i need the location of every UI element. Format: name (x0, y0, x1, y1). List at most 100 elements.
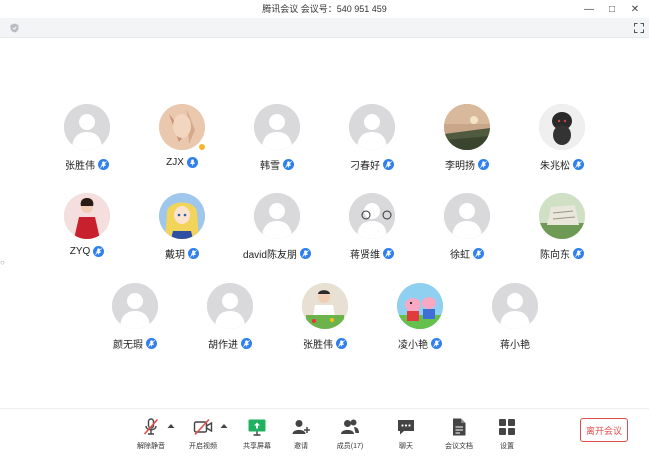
chat-button[interactable]: 聊天 (381, 417, 431, 455)
participant-tile[interactable]: 戴玥 (127, 193, 237, 265)
mic-muted-icon (241, 338, 252, 349)
shield-icon[interactable] (10, 23, 19, 33)
share-screen-label: 共享屏幕 (243, 443, 271, 450)
mic-muted-icon (383, 248, 394, 259)
mic-muted-icon (146, 338, 157, 349)
settings-button[interactable]: 设置 (482, 417, 532, 455)
mic-muted-icon (473, 248, 484, 259)
mic-muted-icon (573, 159, 584, 170)
participant-tile[interactable]: 陈向东 (507, 193, 617, 265)
default-avatar (207, 283, 253, 329)
leave-meeting-button[interactable]: 离开会议 (580, 418, 628, 442)
participant-tile[interactable]: 张胜伟 (32, 104, 142, 176)
participant-tile[interactable]: 朱兆松 (507, 104, 617, 176)
members-icon (341, 419, 359, 434)
participant-name: 张胜伟 (65, 161, 95, 172)
window-title: 腾讯会议 会议号：540 951 459 (262, 4, 387, 14)
participant-gallery: ○ 张胜伟 ZJX 韩雪 刁春好 李明扬 朱兆松 ZYQ 戴玥 david陈友朋… (0, 38, 649, 430)
mic-active-icon (186, 157, 198, 168)
photo-avatar (159, 104, 205, 150)
documents-button[interactable]: 会议文档 (434, 417, 484, 455)
photo-avatar (302, 283, 348, 329)
default-avatar (112, 283, 158, 329)
participant-tile[interactable]: ZJX (127, 104, 237, 176)
participant-tile[interactable]: 凌小艳 (365, 283, 475, 355)
close-button[interactable]: ✕ (624, 0, 646, 18)
side-handle[interactable]: ○ (0, 258, 5, 267)
chat-icon (398, 420, 414, 435)
participant-name: 徐虹 (450, 250, 470, 261)
minimize-button[interactable]: — (578, 0, 600, 18)
unmute-label: 解除静音 (137, 443, 165, 450)
mic-muted-icon (93, 246, 105, 257)
participant-name: 胡作进 (208, 340, 238, 351)
participant-name: 李明扬 (445, 161, 475, 172)
documents-label: 会议文档 (445, 443, 473, 450)
photo-avatar (64, 193, 110, 239)
fullscreen-icon[interactable] (634, 23, 644, 33)
participant-name: 颜无瑕 (113, 340, 143, 351)
participant-name: 凌小艳 (398, 340, 428, 351)
participant-name: david陈友朋 (243, 250, 297, 261)
participant-name: 蒋贤维 (350, 250, 380, 261)
participant-name: 戴玥 (165, 250, 185, 261)
participant-tile[interactable]: 徐虹 (412, 193, 522, 265)
host-badge-icon (198, 143, 206, 151)
chat-label: 聊天 (399, 443, 413, 450)
members-button[interactable]: 成员(17) (325, 417, 375, 455)
photo-avatar (397, 283, 443, 329)
participant-tile[interactable]: 蒋贤维 (317, 193, 427, 265)
mic-muted-icon (283, 159, 294, 170)
participant-name: 张胜伟 (303, 340, 333, 351)
settings-grid-icon (499, 419, 515, 435)
participant-name: 陈向东 (540, 250, 570, 261)
meeting-toolbar: 解除静音 开启视频 共享屏幕 邀请 成员(17) 聊天 会议文档 设置 (0, 408, 649, 456)
mic-muted-icon (573, 248, 584, 259)
photo-avatar (539, 104, 585, 150)
default-avatar (492, 283, 538, 329)
mic-muted-icon (299, 248, 311, 259)
mic-off-icon (143, 418, 159, 435)
mic-muted-icon (98, 159, 109, 170)
participant-name: 蒋小艳 (500, 340, 530, 351)
video-off-icon (193, 418, 213, 436)
participant-name: 朱兆松 (540, 161, 570, 172)
mic-muted-icon (383, 159, 394, 170)
chevron-up-icon[interactable] (220, 423, 228, 429)
settings-label: 设置 (500, 443, 514, 450)
participant-name: 刁春好 (350, 161, 380, 172)
mic-muted-icon (336, 338, 347, 349)
chevron-up-icon[interactable] (167, 423, 175, 429)
photo-avatar (444, 104, 490, 150)
participant-tile[interactable]: 张胜伟 (270, 283, 380, 355)
mic-muted-icon (188, 248, 199, 259)
participant-name: ZYQ (69, 246, 91, 257)
participant-tile[interactable]: 李明扬 (412, 104, 522, 176)
members-label: 成员(17) (336, 443, 364, 450)
default-avatar (349, 104, 395, 150)
participant-tile[interactable]: 蒋小艳 (460, 283, 570, 355)
invite-user-icon (292, 420, 310, 434)
default-avatar (254, 193, 300, 239)
participant-tile[interactable]: ZYQ (32, 193, 142, 265)
share-screen-button[interactable]: 共享屏幕 (232, 417, 282, 455)
start-video-label: 开启视频 (189, 443, 217, 450)
mic-muted-icon (478, 159, 489, 170)
participant-tile[interactable]: 韩雪 (222, 104, 332, 176)
default-avatar (254, 104, 300, 150)
default-avatar (64, 104, 110, 150)
photo-avatar (159, 193, 205, 239)
participant-tile[interactable]: 胡作进 (175, 283, 285, 355)
share-screen-icon (248, 419, 266, 436)
default-avatar (349, 193, 395, 239)
participant-tile[interactable]: 刁春好 (317, 104, 427, 176)
photo-avatar (539, 193, 585, 239)
participant-tile[interactable]: 颜无瑕 (80, 283, 190, 355)
mic-muted-icon (431, 338, 442, 349)
participant-name: ZJX (166, 157, 184, 168)
maximize-button[interactable]: □ (601, 0, 623, 18)
document-icon (453, 418, 466, 436)
participant-name: 韩雪 (260, 161, 280, 172)
invite-button[interactable]: 邀请 (276, 417, 326, 455)
participant-tile[interactable]: david陈友朋 (222, 193, 332, 265)
